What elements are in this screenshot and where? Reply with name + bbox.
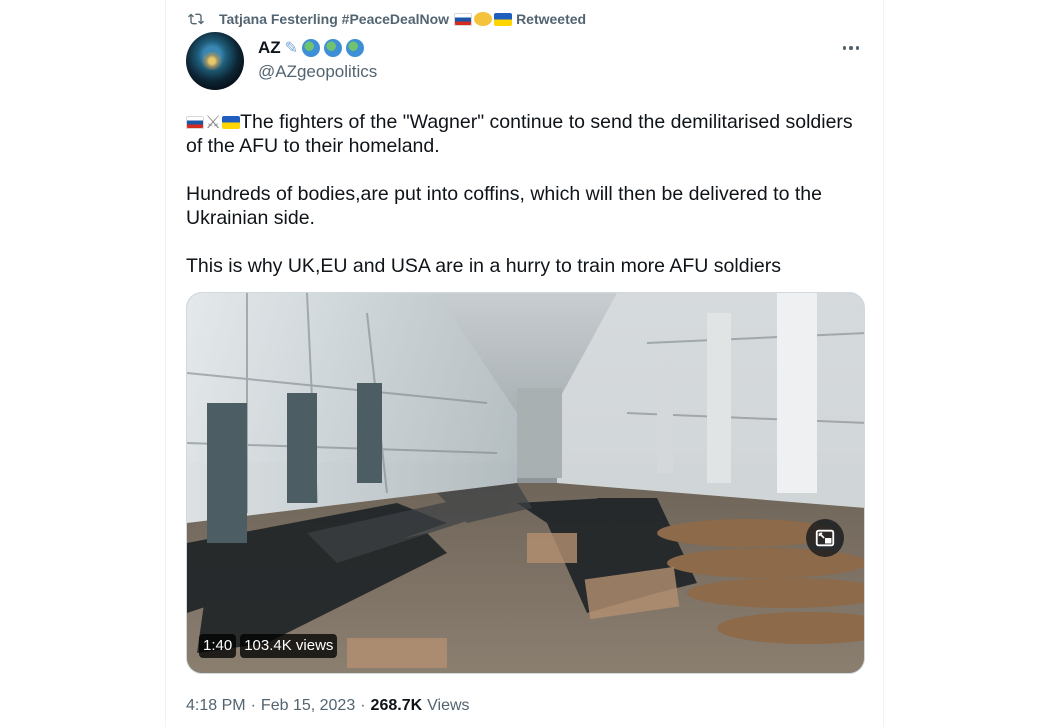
separator-dot: · <box>360 697 366 714</box>
tweet-paragraph: Hundreds of bodies,are put into coffins,… <box>186 183 822 229</box>
video-views: 103.4K views <box>240 634 338 658</box>
globe-icon <box>346 39 365 57</box>
handshake-icon <box>474 12 493 26</box>
avatar[interactable] <box>186 32 244 90</box>
dot-icon <box>849 46 853 50</box>
syringe-icon: ✎ <box>284 40 299 57</box>
globe-icon <box>302 39 321 57</box>
video-frame <box>187 293 864 673</box>
pip-icon <box>815 529 835 547</box>
tweet-text: ⚔ The fighters of the "Wagner" continue t… <box>186 110 866 302</box>
tweet-views-count: 268.7K <box>370 697 423 714</box>
retweet-icon <box>188 13 204 25</box>
tweet-column: Tatjana Festerling #PeaceDealNow Retweet… <box>165 0 884 727</box>
ukraine-flag-icon <box>222 116 241 130</box>
retweeter-name[interactable]: Tatjana Festerling #PeaceDealNow <box>219 11 449 27</box>
retweet-banner[interactable]: Tatjana Festerling #PeaceDealNow Retweet… <box>188 9 586 29</box>
ukraine-flag-icon <box>494 12 513 26</box>
russia-flag-icon <box>186 116 204 130</box>
globe-icon <box>324 39 343 57</box>
tweet-paragraph: This is why UK,EU and USA are in a hurry… <box>186 255 781 277</box>
tweet-time[interactable]: 4:18 PM <box>186 697 246 715</box>
separator-dot: · <box>250 697 256 714</box>
video-player[interactable]: 1:40 103.4K views <box>186 292 865 674</box>
author-block: AZ ✎ @AZgeopolitics <box>258 38 377 82</box>
author-display-name[interactable]: AZ <box>258 38 281 58</box>
russia-flag-icon <box>454 12 473 26</box>
retweeted-label: Retweeted <box>516 11 587 27</box>
tweet-meta: 4:18 PM · Feb 15, 2023 · 268.7K Views <box>186 697 470 715</box>
author-display-name-row[interactable]: AZ ✎ <box>258 38 377 58</box>
dot-icon <box>842 46 847 50</box>
tweet-paragraph: ⚔ The fighters of the "Wagner" continue t… <box>186 110 866 158</box>
more-options-button[interactable] <box>839 38 863 58</box>
video-duration: 1:40 <box>199 634 237 658</box>
tweet-date[interactable]: Feb 15, 2023 <box>261 697 355 715</box>
author-handle[interactable]: @AZgeopolitics <box>258 62 377 82</box>
crossed-swords-icon: ⚔ <box>205 112 222 132</box>
video-info-badges: 1:40 103.4K views <box>199 634 338 658</box>
tweet-paragraph-text: The fighters of the "Wagner" continue to… <box>186 111 853 157</box>
tweet-views-label: Views <box>427 697 470 714</box>
picture-in-picture-button[interactable] <box>806 519 844 557</box>
retweeter-emoji <box>454 12 513 26</box>
dot-icon <box>855 46 860 50</box>
